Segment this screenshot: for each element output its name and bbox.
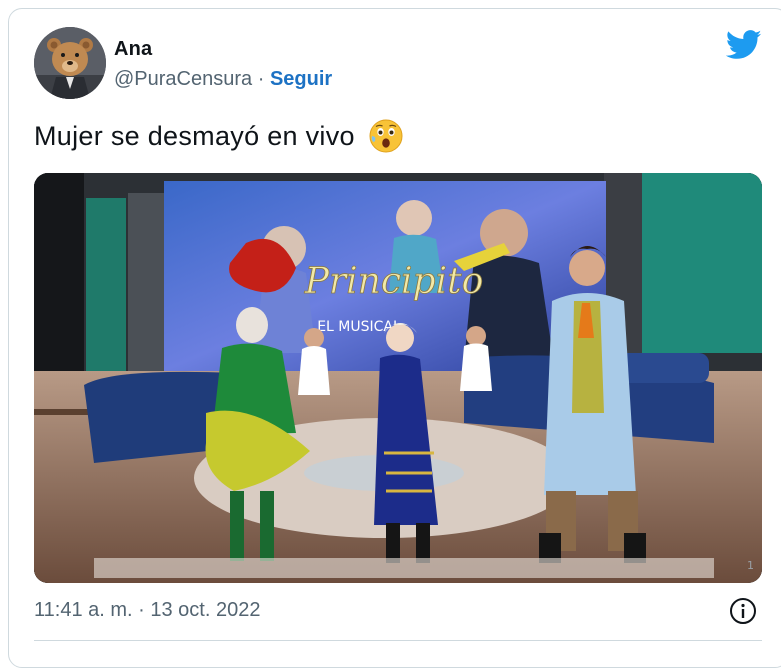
media-corner-mark: 1 bbox=[747, 559, 754, 572]
avatar-teddy-bear-image bbox=[34, 27, 106, 99]
astonished-face-emoji-icon bbox=[369, 119, 403, 160]
tweet-media-image[interactable]: Principito EL MUSICAL 1 bbox=[34, 173, 762, 583]
info-icon[interactable] bbox=[729, 597, 757, 625]
tweet-text: Mujer se desmayó en vivo bbox=[34, 121, 355, 151]
screen-logo-text: Principito bbox=[304, 261, 484, 302]
tweet-timestamp[interactable]: 11:41 a. m. · 13 oct. 2022 bbox=[34, 599, 260, 622]
avatar[interactable] bbox=[34, 27, 106, 99]
follow-button[interactable]: Seguir bbox=[270, 68, 332, 90]
tv-show-scene-image: Principito EL MUSICAL 1 bbox=[34, 173, 762, 583]
author-name[interactable]: Ana bbox=[114, 38, 152, 61]
tweet-text-row: Mujer se desmayó en vivo bbox=[34, 119, 403, 160]
twitter-bird-icon[interactable] bbox=[726, 30, 762, 60]
divider bbox=[34, 640, 762, 641]
separator-dot: · bbox=[252, 68, 270, 90]
author-handle-row: @PuraCensura · Seguir bbox=[114, 68, 332, 91]
author-handle[interactable]: @PuraCensura bbox=[114, 68, 252, 90]
